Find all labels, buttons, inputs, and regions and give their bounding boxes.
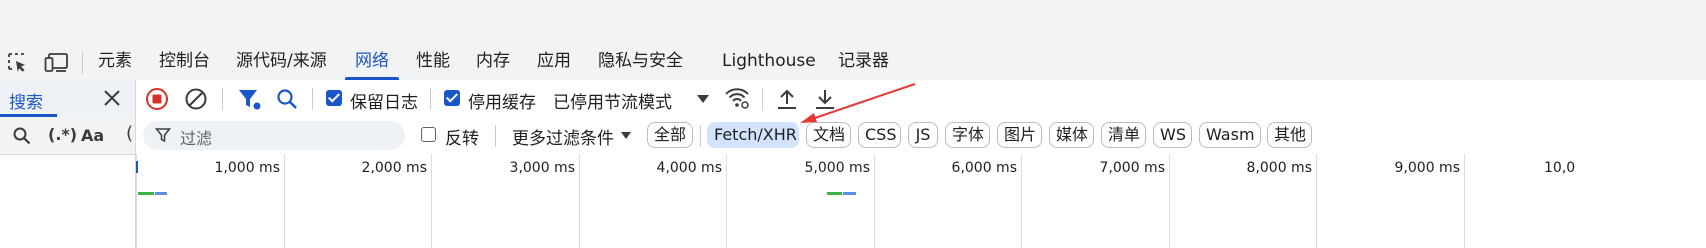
toolbar-separator <box>762 88 763 110</box>
invert-label: 反转 <box>445 129 479 149</box>
chip-manifest[interactable]: 清单 <box>1101 122 1146 148</box>
chip-img[interactable]: 图片 <box>997 122 1042 148</box>
chip-ws[interactable]: WS <box>1153 122 1192 148</box>
timeline-gridline <box>431 154 432 248</box>
search-input-edge[interactable]: ( <box>126 123 133 144</box>
request-bar-waiting <box>138 192 154 195</box>
devtools-tab-bar: 元素 控制台 源代码/来源 网络 性能 内存 应用 隐私与安全 Lighthou… <box>0 45 1706 81</box>
search-icon <box>13 127 31 145</box>
tab-lighthouse[interactable]: Lighthouse <box>722 45 816 80</box>
filter-separator <box>700 125 701 147</box>
timeline-cursor <box>136 161 138 173</box>
more-filters-dropdown[interactable]: 更多过滤条件 <box>512 124 614 149</box>
timeline-gridline <box>874 154 875 248</box>
toolbar-separator <box>312 88 313 110</box>
tab-application[interactable]: 应用 <box>537 45 571 80</box>
toolbar-separator <box>222 88 223 110</box>
disable-cache-checkbox[interactable] <box>444 90 460 106</box>
timeline-gridline <box>579 154 580 248</box>
timeline-tick: 7,000 ms <box>1099 160 1165 176</box>
window-top-area <box>0 0 1706 45</box>
annotation-arrow <box>800 83 916 123</box>
chip-other[interactable]: 其他 <box>1267 122 1312 148</box>
timeline-tick: 1,000 ms <box>214 160 280 176</box>
regex-toggle-button[interactable]: (.*) <box>48 125 77 144</box>
invert-checkbox[interactable] <box>421 127 436 142</box>
timeline-gridline <box>726 154 727 248</box>
tab-network[interactable]: 网络 <box>345 45 399 80</box>
chevron-down-icon[interactable] <box>696 94 710 104</box>
timeline-gridline <box>1316 154 1317 248</box>
timeline-tick: 4,000 ms <box>656 160 722 176</box>
tab-console[interactable]: 控制台 <box>159 45 210 80</box>
request-bar-download <box>843 192 856 195</box>
search-network-icon[interactable] <box>275 87 299 111</box>
filter-separator <box>495 125 496 147</box>
timeline-gridline <box>284 154 285 248</box>
filter-placeholder: 过滤 <box>180 129 213 148</box>
filter-funnel-icon <box>155 128 171 143</box>
search-sidebar-title[interactable]: 搜索 <box>9 88 43 113</box>
tab-privacy-security[interactable]: 隐私与安全 <box>598 45 683 80</box>
tab-recorder[interactable]: 记录器 <box>838 45 889 80</box>
throttling-select[interactable]: 已停用节流模式 <box>553 88 672 113</box>
stop-recording-icon[interactable] <box>145 87 169 111</box>
inspect-element-icon[interactable] <box>7 52 29 74</box>
tab-separator <box>82 52 83 74</box>
timeline-tick: 10,0 <box>1544 160 1576 176</box>
chip-fetch-xhr[interactable]: Fetch/XHR <box>707 122 799 148</box>
clear-icon[interactable] <box>184 87 208 111</box>
timeline-tick: 9,000 ms <box>1394 160 1460 176</box>
close-icon[interactable] <box>103 89 121 107</box>
timeline-tick: 6,000 ms <box>951 160 1017 176</box>
timeline-gridline <box>1169 154 1170 248</box>
network-conditions-icon[interactable] <box>724 86 750 110</box>
filter-icon[interactable] <box>237 87 261 111</box>
chip-all[interactable]: 全部 <box>647 122 693 148</box>
toolbar-separator <box>430 88 431 110</box>
chip-wasm[interactable]: Wasm <box>1199 122 1261 148</box>
preserve-log-checkbox[interactable] <box>326 90 342 106</box>
chevron-down-icon[interactable] <box>620 131 632 140</box>
tab-elements[interactable]: 元素 <box>98 45 132 80</box>
tab-memory[interactable]: 内存 <box>476 45 510 80</box>
timeline-tick: 2,000 ms <box>361 160 427 176</box>
timeline-gridline <box>1021 154 1022 248</box>
device-toolbar-icon[interactable] <box>44 52 70 74</box>
tab-sources[interactable]: 源代码/来源 <box>236 45 327 80</box>
preserve-log-label: 保留日志 <box>350 93 418 113</box>
timeline-tick: 5,000 ms <box>804 160 870 176</box>
match-case-button[interactable]: Aa <box>81 126 104 145</box>
timeline-tick: 3,000 ms <box>509 160 575 176</box>
request-bar-waiting <box>827 192 842 195</box>
tab-performance[interactable]: 性能 <box>416 45 450 80</box>
request-bar-download <box>155 192 167 195</box>
chip-font[interactable]: 字体 <box>945 122 990 148</box>
timeline-gridline <box>1464 154 1465 248</box>
chip-media[interactable]: 媒体 <box>1049 122 1094 148</box>
timeline-tick: 8,000 ms <box>1246 160 1312 176</box>
disable-cache-label: 停用缓存 <box>468 93 536 113</box>
